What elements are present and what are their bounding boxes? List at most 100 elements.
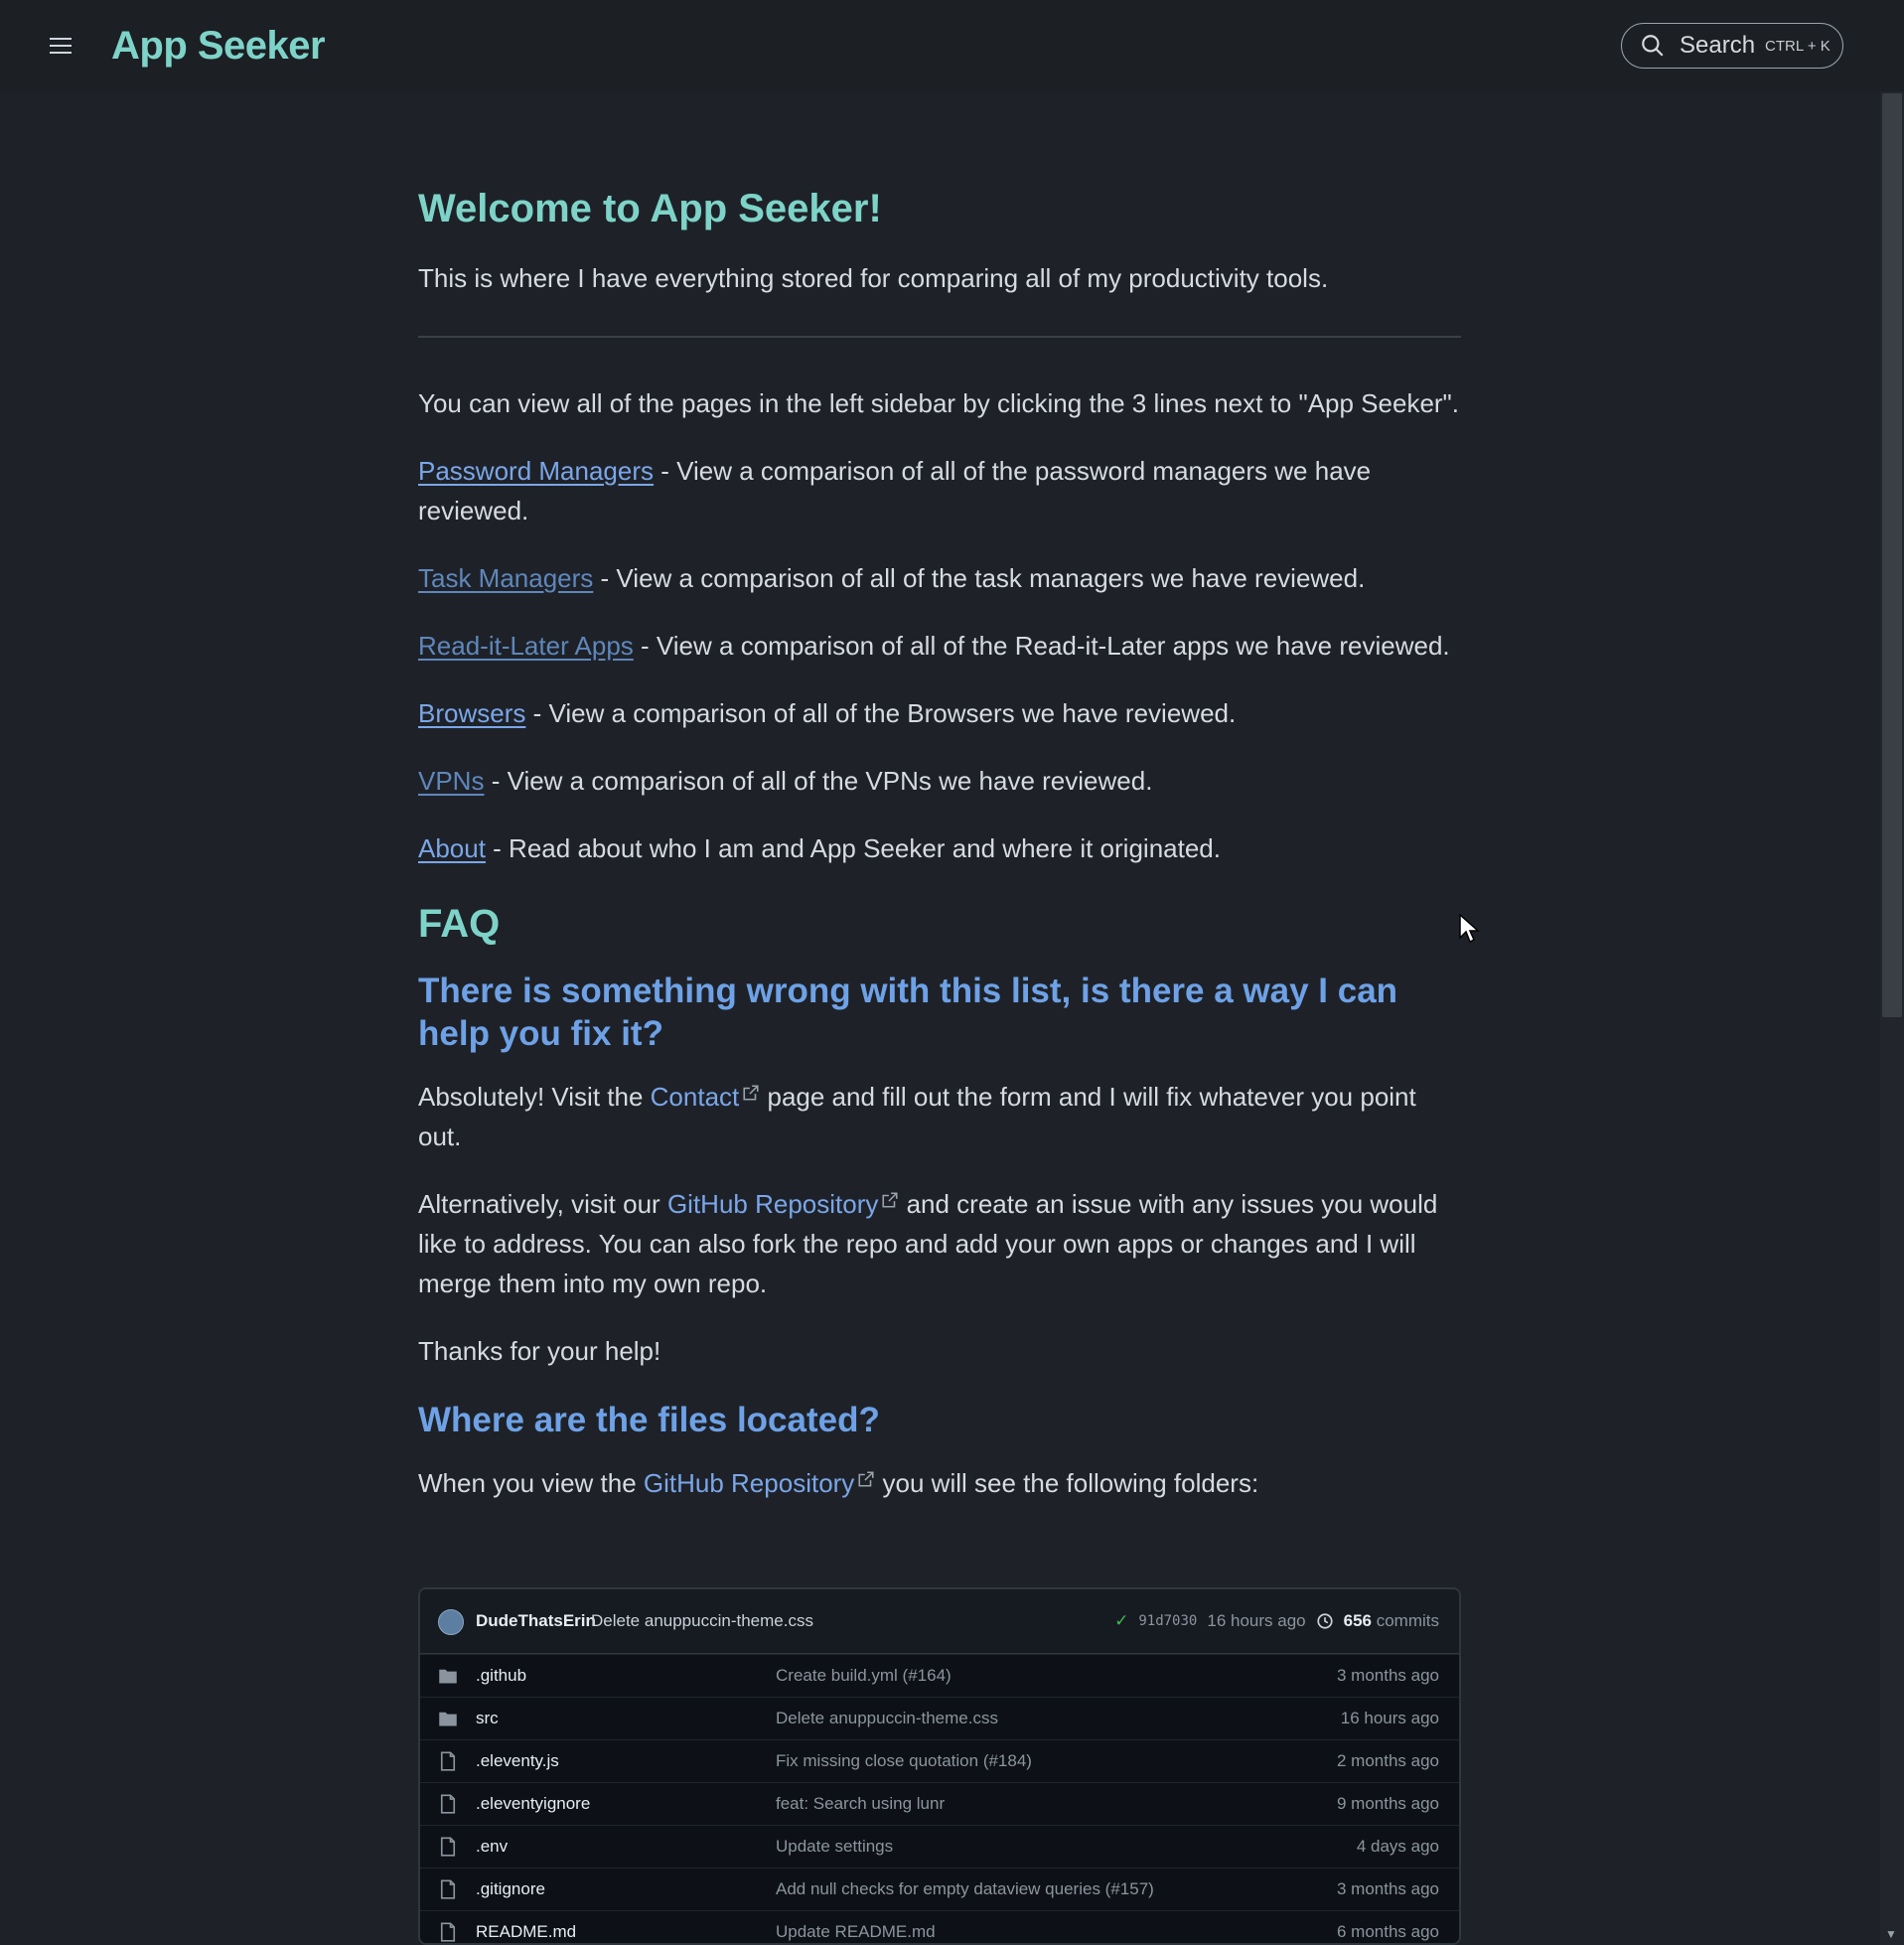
text: Absolutely! Visit the bbox=[418, 1082, 651, 1112]
search-button[interactable]: Search CTRL + K bbox=[1621, 23, 1843, 69]
file-commit-message[interactable]: Delete anuppuccin-theme.css bbox=[776, 1709, 998, 1728]
file-commit-message[interactable]: Fix missing close quotation (#184) bbox=[776, 1751, 1032, 1771]
task-managers-desc: - View a comparison of all of the task m… bbox=[593, 563, 1366, 593]
site-title[interactable]: App Seeker bbox=[111, 24, 326, 69]
file-age: 3 months ago bbox=[1336, 1879, 1439, 1898]
github-repo-screenshot: DudeThatsErin Delete anuppuccin-theme.cs… bbox=[418, 1587, 1461, 1945]
github-repository-link-2[interactable]: GitHub Repository bbox=[644, 1468, 875, 1498]
file-row[interactable]: .eleventyignore feat: Search using lunr 9 … bbox=[420, 1782, 1459, 1825]
external-link-icon bbox=[858, 1471, 874, 1487]
file-name[interactable]: .env bbox=[476, 1837, 508, 1857]
faq-question-2: Where are the files located? bbox=[418, 1401, 880, 1439]
text: When you view the bbox=[418, 1468, 644, 1498]
file-icon bbox=[438, 1751, 458, 1771]
file-age: 3 months ago bbox=[1336, 1666, 1439, 1685]
faq-question-1: There is something wrong with this list,… bbox=[418, 972, 1398, 1053]
browsers-link[interactable]: Browsers bbox=[418, 698, 525, 728]
file-name[interactable]: .eleventy.js bbox=[476, 1751, 559, 1771]
faq-heading: FAQ bbox=[418, 902, 501, 946]
divider bbox=[418, 336, 1461, 338]
page-title: Welcome to App Seeker! bbox=[418, 187, 882, 230]
link-item-browsers: Browsers - View a comparison of all of t… bbox=[418, 693, 1461, 733]
about-desc: - Read about who I am and App Seeker and… bbox=[485, 833, 1221, 863]
commit-count-number: 656 bbox=[1343, 1611, 1372, 1630]
intro-text: This is where I have everything stored f… bbox=[418, 263, 1329, 293]
history-icon bbox=[1317, 1613, 1333, 1629]
link-item-vpns: VPNs - View a comparison of all of the V… bbox=[418, 761, 1461, 801]
file-icon bbox=[438, 1837, 458, 1857]
file-age: 4 days ago bbox=[1356, 1837, 1439, 1856]
commit-age: 16 hours ago bbox=[1207, 1611, 1306, 1630]
file-commit-message[interactable]: feat: Search using lunr bbox=[776, 1794, 945, 1814]
contact-link[interactable]: Contact bbox=[651, 1082, 761, 1112]
link-item-about: About - Read about who I am and App Seek… bbox=[418, 828, 1461, 868]
file-icon bbox=[438, 1794, 458, 1814]
file-name[interactable]: .eleventyignore bbox=[476, 1794, 590, 1814]
file-age: 6 months ago bbox=[1336, 1922, 1439, 1941]
file-age: 16 hours ago bbox=[1340, 1709, 1439, 1727]
file-row[interactable]: .env Update settings 4 days ago bbox=[420, 1825, 1459, 1868]
mouse-cursor-icon bbox=[1459, 914, 1479, 944]
password-managers-link[interactable]: Password Managers bbox=[418, 456, 654, 486]
text: you will see the following folders: bbox=[875, 1468, 1259, 1498]
search-shortcut: CTRL + K bbox=[1765, 37, 1831, 55]
task-managers-link[interactable]: Task Managers bbox=[418, 563, 593, 593]
text: Alternatively, visit our bbox=[418, 1189, 667, 1219]
file-name[interactable]: src bbox=[476, 1709, 499, 1728]
folder-icon bbox=[438, 1666, 458, 1686]
contact-link-label: Contact bbox=[650, 1082, 740, 1112]
browsers-desc: - View a comparison of all of the Browse… bbox=[525, 698, 1237, 728]
about-link[interactable]: About bbox=[418, 833, 486, 863]
file-row[interactable]: src Delete anuppuccin-theme.css 16 hours a… bbox=[420, 1697, 1459, 1739]
file-commit-message[interactable]: Update README.md bbox=[776, 1922, 936, 1942]
file-row[interactable]: README.md Update README.md 6 months ago bbox=[420, 1910, 1459, 1943]
file-row[interactable]: .gitignore Add null checks for empty data… bbox=[420, 1868, 1459, 1910]
scroll-down-arrow-icon[interactable]: ▼ bbox=[1885, 1927, 1897, 1941]
top-bar: App Seeker Search CTRL + K bbox=[0, 0, 1904, 91]
repo-latest-commit: DudeThatsErin Delete anuppuccin-theme.cs… bbox=[420, 1589, 1459, 1654]
main-content: Welcome to App Seeker! This is where I h… bbox=[418, 179, 1461, 1503]
file-icon bbox=[438, 1879, 458, 1899]
search-icon bbox=[1642, 35, 1664, 57]
scrollbar-thumb[interactable] bbox=[1882, 93, 1902, 1017]
read-it-later-link[interactable]: Read-it-Later Apps bbox=[418, 631, 634, 661]
commit-meta: ✓ 91d7030 16 hours ago 656 commits bbox=[1114, 1611, 1439, 1631]
hamburger-menu-icon[interactable] bbox=[50, 38, 72, 58]
file-name[interactable]: README.md bbox=[476, 1922, 576, 1942]
read-it-later-desc: - View a comparison of all of the Read-i… bbox=[633, 631, 1450, 661]
faq1-answer-1: Absolutely! Visit the Contact page and f… bbox=[418, 1077, 1461, 1156]
github-repository-link[interactable]: GitHub Repository bbox=[667, 1189, 899, 1219]
github-link-label: GitHub Repository bbox=[666, 1189, 879, 1219]
file-commit-message[interactable]: Add null checks for empty dataview queri… bbox=[776, 1879, 1154, 1899]
faq1-answer-2: Alternatively, visit our GitHub Reposito… bbox=[418, 1184, 1461, 1303]
check-icon: ✓ bbox=[1114, 1611, 1129, 1630]
commit-message: Delete anuppuccin-theme.css bbox=[591, 1611, 813, 1630]
file-row[interactable]: .github Create build.yml (#164) 3 months a… bbox=[420, 1654, 1459, 1697]
commit-author: DudeThatsErin bbox=[476, 1611, 596, 1630]
link-item-password-managers: Password Managers - View a comparison of… bbox=[418, 451, 1461, 530]
file-list: .github Create build.yml (#164) 3 months a… bbox=[420, 1654, 1459, 1943]
file-commit-message[interactable]: Create build.yml (#164) bbox=[776, 1666, 952, 1686]
vpns-link[interactable]: VPNs bbox=[418, 766, 484, 796]
commit-hash: 91d7030 bbox=[1138, 1613, 1198, 1629]
sidebar-note: You can view all of the pages in the lef… bbox=[418, 388, 1460, 418]
github-link-label: GitHub Repository bbox=[643, 1468, 855, 1498]
link-item-read-it-later: Read-it-Later Apps - View a comparison o… bbox=[418, 626, 1461, 666]
file-row[interactable]: .eleventy.js Fix missing close quotation … bbox=[420, 1739, 1459, 1782]
commits-label: commits bbox=[1376, 1611, 1439, 1630]
file-age: 9 months ago bbox=[1336, 1794, 1439, 1813]
file-age: 2 months ago bbox=[1336, 1751, 1439, 1770]
external-link-icon bbox=[743, 1085, 759, 1101]
external-link-icon bbox=[882, 1192, 898, 1208]
file-name[interactable]: .github bbox=[476, 1666, 526, 1686]
avatar bbox=[438, 1609, 464, 1635]
link-item-task-managers: Task Managers - View a comparison of all… bbox=[418, 558, 1461, 598]
vpns-desc: - View a comparison of all of the VPNs w… bbox=[484, 766, 1153, 796]
faq2-answer: When you view the GitHub Repository you … bbox=[418, 1463, 1461, 1503]
faq1-answer-3: Thanks for your help! bbox=[418, 1336, 661, 1366]
folder-icon bbox=[438, 1709, 458, 1728]
commit-count: 656 commits bbox=[1344, 1611, 1439, 1631]
file-name[interactable]: .gitignore bbox=[476, 1879, 545, 1899]
file-commit-message[interactable]: Update settings bbox=[776, 1837, 893, 1857]
file-icon bbox=[438, 1922, 458, 1942]
